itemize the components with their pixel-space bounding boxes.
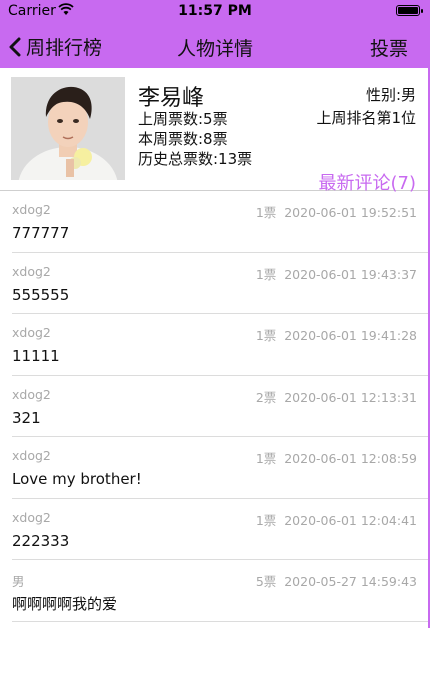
- list-item[interactable]: xdog2 1票 2020-06-01 19:43:37 555555: [0, 253, 430, 314]
- comment-user: xdog2: [12, 386, 51, 402]
- comment-text: 777777: [12, 224, 70, 242]
- profile-header: 李易峰 上周票数:5票 本周票数:8票 历史总票数:13票 性别:男 上周排名第…: [0, 68, 430, 194]
- comment-votes: 2票: [255, 389, 277, 405]
- comment-votes: 5票: [255, 574, 277, 589]
- comment-votes: 1票: [255, 205, 277, 220]
- last-week-votes: 上周票数:5票: [138, 110, 228, 128]
- list-item[interactable]: 男 5票 2020-05-27 14:59:43 啊啊啊啊我的爱: [0, 560, 430, 622]
- list-item[interactable]: xdog2 1票 2020-06-01 12:08:59 Love my bro…: [0, 437, 430, 499]
- comment-user: xdog2: [12, 202, 51, 217]
- comment-votes: 1票: [255, 512, 277, 528]
- status-time: 11:57 PM: [178, 3, 252, 19]
- comment-votes: 1票: [255, 266, 277, 282]
- divider: [12, 620, 430, 622]
- page-title: 人物详情: [176, 38, 253, 60]
- comment-text: 11111: [12, 347, 60, 365]
- comment-time: 2020-06-01 19:52:51: [284, 205, 417, 220]
- comment-text: 222333: [12, 531, 70, 550]
- comment-meta: 1票 2020-06-01 19:43:37: [256, 264, 417, 283]
- comment-time: 2020-06-01 12:08:59: [284, 451, 417, 466]
- this-week-votes: 本周票数:8票: [138, 130, 228, 148]
- comment-meta: 5票 2020-05-27 14:59:43: [256, 571, 417, 590]
- comment-user: xdog2: [12, 509, 51, 525]
- comment-time: 2020-06-01 12:04:41: [284, 512, 417, 528]
- comment-user: xdog2: [12, 448, 51, 463]
- comment-text: Love my brother!: [12, 470, 142, 488]
- list-item[interactable]: xdog2 1票 2020-06-01 19:41:28 11111: [0, 314, 430, 376]
- comment-meta: 1票 2020-06-01 12:08:59: [256, 448, 417, 467]
- comment-user: 男: [12, 574, 25, 589]
- comment-votes: 1票: [255, 328, 277, 343]
- comment-text: 555555: [12, 285, 70, 304]
- navigation-bar: 周排行榜 人物详情 投票: [0, 24, 430, 68]
- comment-time: 2020-05-27 14:59:43: [284, 574, 417, 589]
- status-bar: Carrier 11:57 PM: [0, 0, 430, 24]
- comment-text: 啊啊啊啊我的爱: [12, 595, 118, 613]
- list-item[interactable]: xdog2 2票 2020-06-01 12:13:31 321: [0, 376, 430, 437]
- comment-votes: 1票: [255, 451, 277, 466]
- comment-user: xdog2: [12, 263, 51, 279]
- comment-list: xdog2 1票 2020-06-01 19:52:51 777777 xdog…: [0, 191, 430, 622]
- vote-button[interactable]: 投票: [370, 34, 408, 61]
- comment-time: 2020-06-01 19:43:37: [284, 266, 417, 282]
- comment-text: 321: [12, 408, 41, 427]
- list-item[interactable]: xdog2 1票 2020-06-01 19:52:51 777777: [0, 191, 430, 253]
- last-week-rank: 上周排名第1位: [316, 109, 416, 127]
- comment-user: xdog2: [12, 325, 51, 340]
- list-item[interactable]: xdog2 1票 2020-06-01 12:04:41 222333: [0, 499, 430, 560]
- gender-label: 性别:男: [365, 86, 416, 104]
- comment-meta: 1票 2020-06-01 12:04:41: [256, 510, 417, 529]
- comment-time: 2020-06-01 12:13:31: [284, 389, 417, 405]
- comment-meta: 1票 2020-06-01 19:41:28: [256, 325, 417, 344]
- battery-icon: [396, 5, 423, 16]
- comment-meta: 2票 2020-06-01 12:13:31: [256, 387, 417, 406]
- avatar: [11, 77, 125, 180]
- comment-meta: 1票 2020-06-01 19:52:51: [256, 202, 417, 221]
- total-votes: 历史总票数:13票: [138, 150, 253, 168]
- comment-time: 2020-06-01 19:41:28: [284, 328, 417, 343]
